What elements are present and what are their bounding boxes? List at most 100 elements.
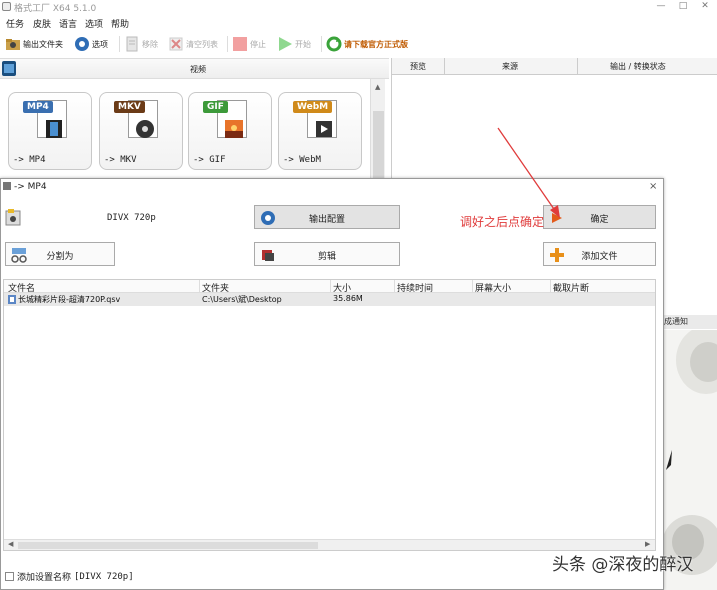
gif-caption: -> GIF	[193, 155, 226, 165]
column-divider	[444, 58, 445, 75]
menu-task[interactable]: 任务	[6, 17, 24, 30]
mp4-caption: -> MP4	[13, 155, 46, 165]
save-preset-checkbox[interactable]	[5, 572, 14, 581]
video-file-icon	[8, 295, 16, 304]
play-icon	[279, 37, 292, 51]
video-player-icon	[316, 121, 332, 137]
mkv-caption: -> MKV	[104, 155, 137, 165]
format-mkv-card[interactable]: MKV -> MKV	[99, 92, 183, 170]
format-gif-card[interactable]: GIF -> GIF	[188, 92, 272, 170]
toolbar-divider	[227, 36, 228, 52]
scroll-left-icon[interactable]: ◀	[8, 540, 13, 548]
disc-icon	[136, 120, 154, 138]
sunset-image-icon	[225, 120, 243, 138]
column-divider	[550, 280, 551, 293]
mkv-tag: MKV	[114, 101, 145, 113]
close-button[interactable]: ✕	[694, 0, 716, 13]
stop-icon	[233, 37, 247, 51]
clear-list-button[interactable]: 清空列表	[168, 34, 218, 54]
video-category-label: 视频	[190, 65, 206, 74]
format-webm-card[interactable]: WebM -> WebM	[278, 92, 362, 170]
column-output-status[interactable]: 输出 / 转换状态	[610, 61, 666, 72]
stop-button[interactable]: 停止	[232, 34, 266, 54]
app-icon	[2, 2, 11, 11]
output-config-label: 输出配置	[308, 215, 345, 225]
start-label: 开始	[295, 39, 311, 49]
options-label: 选项	[92, 39, 108, 49]
edit-clip-button[interactable]: 剪辑	[254, 242, 400, 266]
save-preset-option[interactable]: 添加设置名称 [DIVX 720p]	[5, 570, 134, 583]
toolbar: 输出文件夹 选项 移除 清空列表 停止 开始 请下载官方正式版	[0, 32, 717, 56]
film-preset-icon	[5, 209, 21, 226]
download-official-link[interactable]: 请下载官方正式版	[326, 34, 408, 54]
menu-options[interactable]: 选项	[85, 17, 103, 30]
column-divider	[394, 280, 395, 293]
document-icon	[126, 36, 138, 52]
file-table: 文件名 文件夹 大小 持续时间 屏幕大小 截取片断 长城精彩片段-超清720P.…	[3, 279, 656, 551]
options-button[interactable]: 选项	[74, 34, 108, 54]
edit-clip-label: 剪辑	[317, 252, 336, 262]
file-name-cell: 长城精彩片段-超清720P.qsv	[18, 295, 121, 304]
maximize-button[interactable]: □	[672, 0, 694, 13]
video-category-header[interactable]: 视频	[0, 59, 389, 79]
save-preset-value: [DIVX 720p]	[74, 571, 134, 582]
clear-list-label: 清空列表	[186, 39, 218, 49]
mp4-tag: MP4	[23, 101, 53, 113]
dialog-close-button[interactable]: ×	[649, 181, 657, 192]
output-folder-button[interactable]: 输出文件夹	[5, 34, 63, 54]
add-file-button[interactable]: 添加文件	[543, 242, 656, 266]
start-button[interactable]: 开始	[277, 34, 311, 54]
column-divider	[472, 280, 473, 293]
completion-notice[interactable]: 成通知	[662, 315, 717, 329]
output-folder-label: 输出文件夹	[23, 39, 63, 49]
stop-label: 停止	[250, 39, 266, 49]
folder-cell: C:\Users\斌\Desktop	[202, 295, 282, 304]
window-title: 格式工厂 X64 5.1.0	[14, 4, 97, 14]
refresh-icon	[326, 36, 342, 52]
annotation-arrow	[497, 127, 560, 218]
menu-help[interactable]: 帮助	[111, 17, 129, 30]
webm-tag: WebM	[293, 101, 333, 113]
file-table-scrollbar[interactable]: ◀ ▶	[4, 539, 655, 550]
download-official-label: 请下载官方正式版	[344, 39, 408, 49]
split-label: 分割为	[46, 252, 74, 262]
task-list-header: 预览 来源 输出 / 转换状态	[392, 58, 717, 75]
scroll-up-icon[interactable]: ▲	[375, 83, 380, 91]
split-button[interactable]: 分割为	[5, 242, 115, 266]
folder-icon	[6, 39, 20, 50]
menu-language[interactable]: 语言	[59, 17, 77, 30]
column-divider	[199, 280, 200, 293]
film-strip-icon	[46, 120, 62, 138]
format-mp4-card[interactable]: MP4 -> MP4	[8, 92, 92, 170]
film-icon	[2, 61, 16, 76]
video-panel-scrollbar[interactable]: ▲	[370, 79, 385, 179]
scroll-right-icon[interactable]: ▶	[645, 540, 650, 548]
toolbar-divider	[321, 36, 322, 52]
menu-bar: 任务 皮肤 语言 选项 帮助	[0, 14, 717, 31]
minimize-button[interactable]: —	[650, 0, 672, 13]
scrollbar-thumb[interactable]	[18, 542, 318, 549]
gif-tag: GIF	[203, 101, 228, 113]
video-panel: 视频 MP4 -> MP4 MKV -> MKV GIF -> GIF WebM…	[0, 58, 389, 179]
save-preset-label: 添加设置名称	[17, 573, 72, 583]
toolbar-divider	[119, 36, 120, 52]
watermark: 头条 @深夜的醉汉	[552, 555, 694, 575]
table-row[interactable]: 长城精彩片段-超清720P.qsv C:\Users\斌\Desktop 35.…	[4, 293, 655, 306]
file-table-header: 文件名 文件夹 大小 持续时间 屏幕大小 截取片断	[4, 280, 655, 294]
remove-label: 移除	[142, 39, 158, 49]
remove-button[interactable]: 移除	[124, 34, 158, 54]
gear-icon	[75, 37, 89, 51]
scrollbar-thumb[interactable]	[373, 111, 384, 179]
title-bar: 格式工厂 X64 5.1.0 — □ ✕	[0, 0, 717, 14]
column-source[interactable]: 来源	[502, 61, 518, 72]
column-divider	[330, 280, 331, 293]
column-preview[interactable]: 预览	[410, 61, 426, 72]
dialog-icon	[3, 182, 11, 190]
menu-skin[interactable]: 皮肤	[33, 17, 51, 30]
webm-caption: -> WebM	[283, 155, 321, 165]
size-cell: 35.86M	[333, 294, 363, 303]
output-config-button[interactable]: 输出配置	[254, 205, 400, 229]
clear-icon	[169, 37, 183, 51]
add-file-label: 添加文件	[581, 252, 618, 262]
dialog-title: -> MP4	[14, 182, 47, 192]
